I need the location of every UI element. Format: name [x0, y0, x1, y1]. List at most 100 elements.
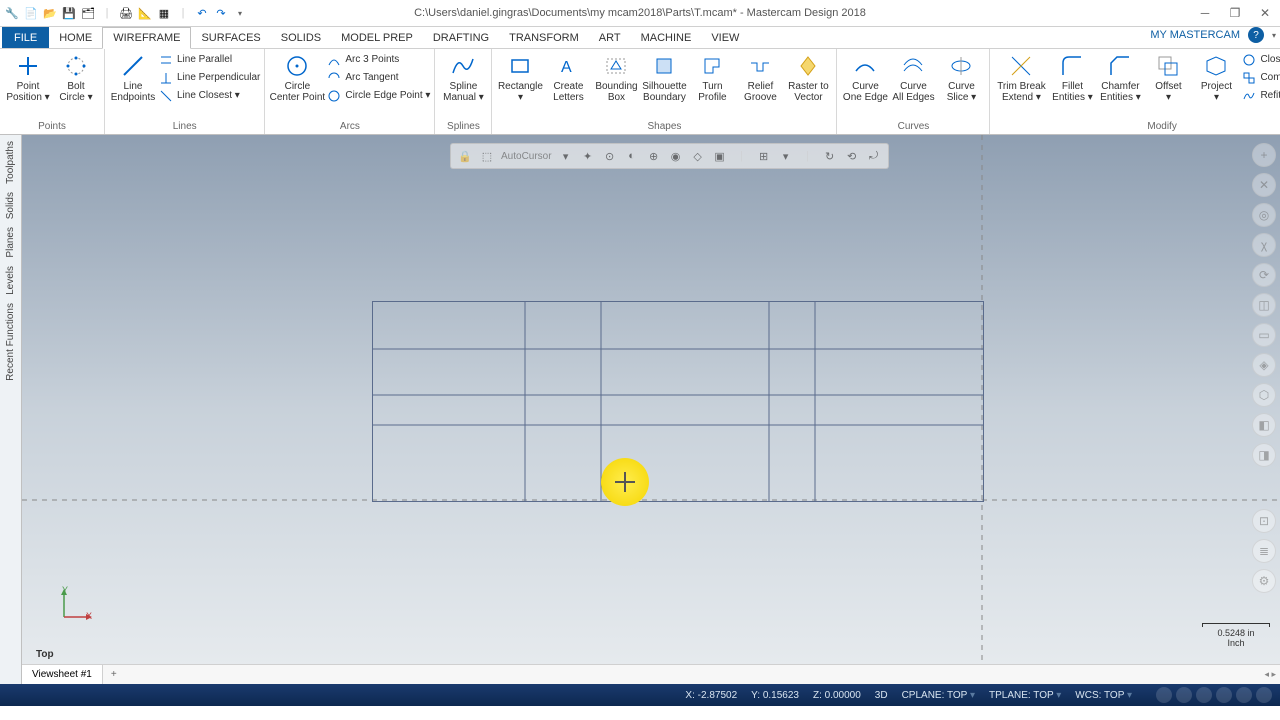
- status-icon[interactable]: [1256, 687, 1272, 703]
- status-z[interactable]: Z: 0.00000: [813, 690, 861, 701]
- new-icon[interactable]: 📄: [23, 5, 39, 21]
- turn-profile-button[interactable]: TurnProfile: [688, 51, 736, 103]
- tool-icon[interactable]: ⊡: [1252, 509, 1276, 533]
- file-tab[interactable]: FILE: [2, 27, 49, 48]
- arc-3-points-button[interactable]: Arc 3 Points: [327, 51, 430, 68]
- close-icon[interactable]: ✕: [1252, 173, 1276, 197]
- snap-icon[interactable]: ◇: [690, 148, 706, 164]
- point-position-button[interactable]: PointPosition ▾: [4, 51, 52, 103]
- trim-break-extend-button[interactable]: Trim BreakExtend ▾: [994, 51, 1048, 103]
- tool-icon[interactable]: ◨: [1252, 443, 1276, 467]
- tab-surfaces[interactable]: SURFACES: [191, 27, 270, 48]
- curve-one-edge-button[interactable]: CurveOne Edge: [841, 51, 889, 103]
- cube-icon[interactable]: ◫: [1252, 293, 1276, 317]
- add-viewsheet-button[interactable]: +: [103, 669, 125, 680]
- curve-slice-button[interactable]: CurveSlice ▾: [937, 51, 985, 103]
- open-icon[interactable]: 📂: [42, 5, 58, 21]
- status-icon[interactable]: [1196, 687, 1212, 703]
- status-icon[interactable]: [1236, 687, 1252, 703]
- rotate-icon[interactable]: ⟲: [844, 148, 860, 164]
- layers-icon[interactable]: ▦: [156, 5, 172, 21]
- line-parallel-button[interactable]: Line Parallel: [159, 51, 260, 68]
- orbit-icon[interactable]: ⟳: [1252, 263, 1276, 287]
- redo-icon[interactable]: ↷: [213, 5, 229, 21]
- rotate-icon[interactable]: ↻: [822, 148, 838, 164]
- print-icon[interactable]: 🖨: [118, 5, 134, 21]
- silhouette-boundary-button[interactable]: SilhouetteBoundary: [640, 51, 688, 103]
- status-icon[interactable]: [1176, 687, 1192, 703]
- viewsheet-nav[interactable]: ◂ ▸: [1264, 669, 1276, 680]
- close-button[interactable]: ✕: [1250, 0, 1280, 27]
- bounding-box-button[interactable]: BoundingBox: [592, 51, 640, 103]
- snap-icon[interactable]: ◉: [668, 148, 684, 164]
- minimize-button[interactable]: ─: [1190, 0, 1220, 27]
- status-3d[interactable]: 3D: [875, 690, 888, 701]
- snap-icon[interactable]: ⊕: [646, 148, 662, 164]
- gear-icon[interactable]: ⚙: [1252, 569, 1276, 593]
- snap-icon[interactable]: ✦: [580, 148, 596, 164]
- combine-views-button[interactable]: Combine Views: [1242, 69, 1280, 86]
- help-dropdown-icon[interactable]: ▾: [1272, 31, 1276, 40]
- side-tab-solids[interactable]: Solids: [5, 192, 16, 219]
- line-endpoints-button[interactable]: LineEndpoints: [109, 51, 157, 103]
- rotate-icon[interactable]: ⤾: [866, 148, 882, 164]
- my-mastercam[interactable]: MY MASTERCAM ? ▾: [1150, 27, 1276, 43]
- offset-button[interactable]: Offset▾: [1144, 51, 1192, 103]
- raster-to-vector-button[interactable]: Raster toVector: [784, 51, 832, 103]
- status-wcs[interactable]: WCS: TOP ▾: [1075, 690, 1132, 701]
- tab-wireframe[interactable]: WIREFRAME: [102, 27, 191, 49]
- status-x[interactable]: X: -2.87502: [685, 690, 737, 701]
- status-icon[interactable]: [1156, 687, 1172, 703]
- tool-icon[interactable]: ⬡: [1252, 383, 1276, 407]
- tab-transform[interactable]: TRANSFORM: [499, 27, 589, 48]
- curve-all-edges-button[interactable]: CurveAll Edges: [889, 51, 937, 103]
- snap-icon[interactable]: ▣: [712, 148, 728, 164]
- close-arc-button[interactable]: Close Arc ▾: [1242, 51, 1280, 68]
- status-tplane[interactable]: TPLANE: TOP ▾: [989, 690, 1061, 701]
- viewsheet-tab[interactable]: Viewsheet #1: [22, 665, 103, 684]
- spline-manual-button[interactable]: SplineManual ▾: [439, 51, 487, 103]
- tab-solids[interactable]: SOLIDS: [271, 27, 331, 48]
- snap-icon[interactable]: ◐: [624, 148, 640, 164]
- help-icon[interactable]: ?: [1248, 27, 1264, 43]
- lock-icon[interactable]: 🔒: [457, 148, 473, 164]
- target-icon[interactable]: ◎: [1252, 203, 1276, 227]
- tab-machine[interactable]: MACHINE: [631, 27, 702, 48]
- refit-spline-button[interactable]: Refit Spline ▾: [1242, 87, 1280, 104]
- tab-art[interactable]: ART: [589, 27, 631, 48]
- chamfer-entities-button[interactable]: ChamferEntities ▾: [1096, 51, 1144, 103]
- status-y[interactable]: Y: 0.15623: [751, 690, 799, 701]
- save-icon[interactable]: 💾: [61, 5, 77, 21]
- side-tab-toolpaths[interactable]: Toolpaths: [5, 141, 16, 184]
- dropdown-icon[interactable]: ▾: [232, 5, 248, 21]
- line-closest-button[interactable]: Line Closest ▾: [159, 87, 260, 104]
- tab-view[interactable]: VIEW: [701, 27, 749, 48]
- tool-icon[interactable]: ◧: [1252, 413, 1276, 437]
- tab-model-prep[interactable]: MODEL PREP: [331, 27, 423, 48]
- grid-icon[interactable]: ⊞: [756, 148, 772, 164]
- circle-edge-point-button[interactable]: Circle Edge Point ▾: [327, 87, 430, 104]
- side-tab-recent[interactable]: Recent Functions: [5, 303, 16, 381]
- maximize-button[interactable]: ❐: [1220, 0, 1250, 27]
- dim-icon[interactable]: 📐: [137, 5, 153, 21]
- circle-center-point-button[interactable]: CircleCenter Point: [269, 51, 325, 103]
- tab-drafting[interactable]: DRAFTING: [423, 27, 499, 48]
- status-cplane[interactable]: CPLANE: TOP ▾: [902, 690, 975, 701]
- viewport[interactable]: Toolpaths Solids Planes Levels Recent Fu…: [0, 135, 1280, 684]
- project-button[interactable]: Project▾: [1192, 51, 1240, 103]
- status-icon[interactable]: [1216, 687, 1232, 703]
- fillet-entities-button[interactable]: FilletEntities ▾: [1048, 51, 1096, 103]
- save-all-icon[interactable]: 🗂: [80, 5, 96, 21]
- layers-icon[interactable]: ≣: [1252, 539, 1276, 563]
- arc-tangent-button[interactable]: Arc Tangent: [327, 69, 430, 86]
- autocursor-toolbar[interactable]: 🔒 ⬚ AutoCursor ▾ ✦ ⊙ ◐ ⊕ ◉ ◇ ▣ | ⊞ ▾ | ↻…: [450, 143, 889, 169]
- relief-groove-button[interactable]: ReliefGroove: [736, 51, 784, 103]
- undo-icon[interactable]: ↶: [194, 5, 210, 21]
- cursor-icon[interactable]: ⬚: [479, 148, 495, 164]
- snap-icon[interactable]: ⊙: [602, 148, 618, 164]
- tool-icon[interactable]: ◈: [1252, 353, 1276, 377]
- create-letters-button[interactable]: ACreateLetters: [544, 51, 592, 103]
- side-tab-levels[interactable]: Levels: [5, 266, 16, 295]
- rectangle-button[interactable]: Rectangle▾: [496, 51, 544, 103]
- tool-icon[interactable]: ▭: [1252, 323, 1276, 347]
